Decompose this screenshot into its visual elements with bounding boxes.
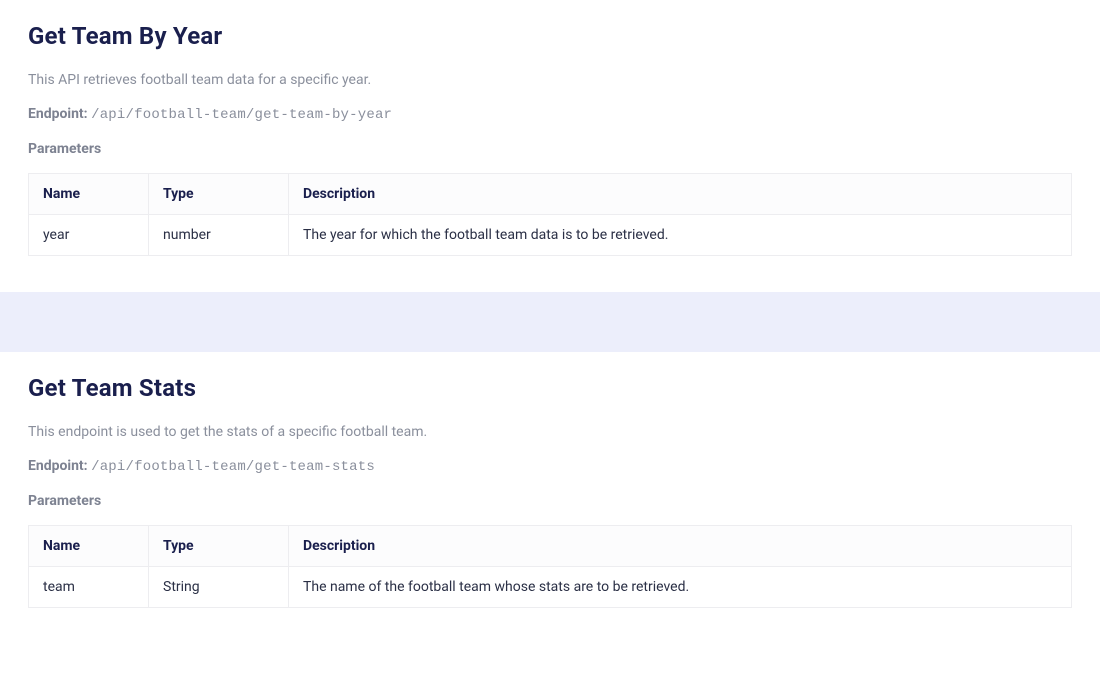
parameters-label: Parameters	[28, 493, 1072, 509]
col-header-description: Description	[289, 526, 1072, 567]
table-row: team String The name of the football tea…	[29, 567, 1072, 608]
param-type: number	[149, 215, 289, 256]
endpoint-label: Endpoint:	[28, 106, 88, 122]
section-title: Get Team Stats	[28, 374, 1072, 402]
parameters-table: Name Type Description year number The ye…	[28, 173, 1072, 256]
api-section-get-team-stats: Get Team Stats This endpoint is used to …	[0, 352, 1100, 644]
parameters-table: Name Type Description team String The na…	[28, 525, 1072, 608]
param-description: The name of the football team whose stat…	[289, 567, 1072, 608]
endpoint-line: Endpoint: /api/football-team/get-team-st…	[28, 458, 1072, 475]
parameters-label: Parameters	[28, 141, 1072, 157]
table-row: year number The year for which the footb…	[29, 215, 1072, 256]
endpoint-line: Endpoint: /api/football-team/get-team-by…	[28, 106, 1072, 123]
param-type: String	[149, 567, 289, 608]
param-name: team	[29, 567, 149, 608]
section-divider	[0, 292, 1100, 352]
param-name: year	[29, 215, 149, 256]
section-description: This endpoint is used to get the stats o…	[28, 424, 1072, 440]
col-header-type: Type	[149, 174, 289, 215]
section-description: This API retrieves football team data fo…	[28, 72, 1072, 88]
endpoint-path: /api/football-team/get-team-by-year	[91, 107, 392, 123]
col-header-type: Type	[149, 526, 289, 567]
table-header-row: Name Type Description	[29, 174, 1072, 215]
col-header-name: Name	[29, 526, 149, 567]
endpoint-path: /api/football-team/get-team-stats	[91, 459, 375, 475]
col-header-description: Description	[289, 174, 1072, 215]
param-description: The year for which the football team dat…	[289, 215, 1072, 256]
col-header-name: Name	[29, 174, 149, 215]
section-title: Get Team By Year	[28, 22, 1072, 50]
table-header-row: Name Type Description	[29, 526, 1072, 567]
endpoint-label: Endpoint:	[28, 458, 88, 474]
api-section-get-team-by-year: Get Team By Year This API retrieves foot…	[0, 0, 1100, 292]
